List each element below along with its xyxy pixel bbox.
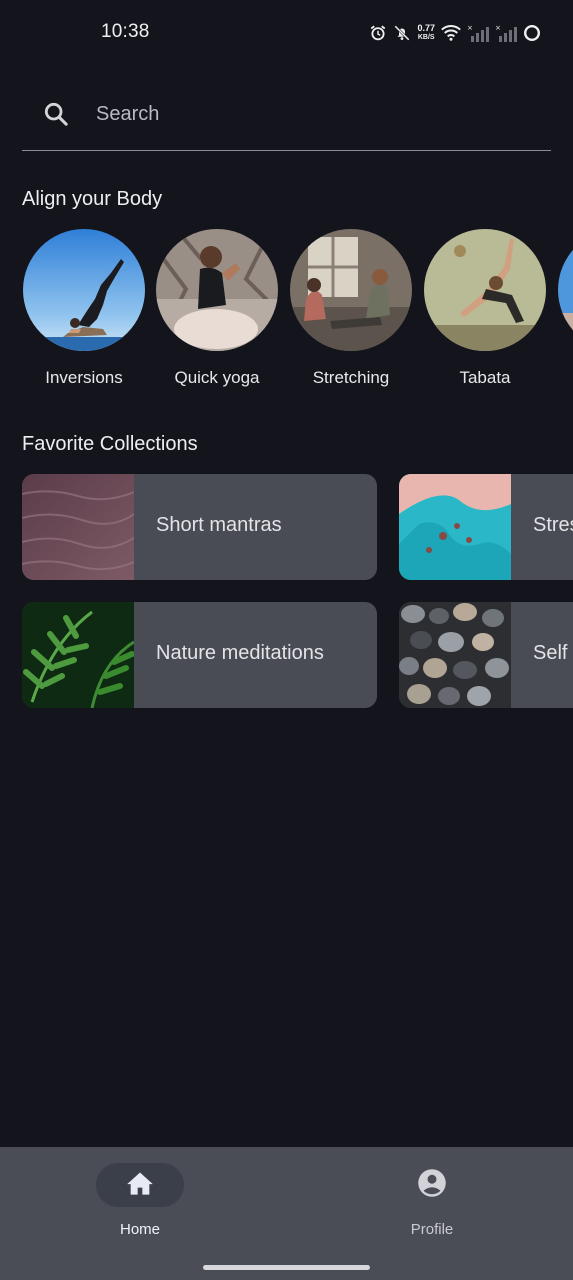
align-item-inversions[interactable]: Inversions bbox=[22, 229, 146, 388]
nav-home-pill[interactable] bbox=[96, 1163, 184, 1207]
align-section-title: Align your Body bbox=[22, 188, 163, 210]
nav-item-home[interactable]: Home bbox=[80, 1163, 200, 1238]
short-mantras-image bbox=[22, 474, 134, 580]
align-item-label: Inversions bbox=[45, 368, 123, 387]
bottom-navigation: Home Profile bbox=[0, 1147, 573, 1280]
status-icons: 0.77 KB/S × × bbox=[369, 22, 541, 44]
collection-label: Short mantras bbox=[156, 514, 282, 536]
nav-home-label: Home bbox=[119, 1221, 160, 1238]
status-bar: 10:38 0.77 KB/S × × bbox=[0, 0, 573, 64]
gesture-handle[interactable] bbox=[203, 1265, 370, 1270]
nature-meditations-image bbox=[22, 602, 134, 708]
app-screen: 10:38 0.77 KB/S × × Search Align your Bo… bbox=[0, 0, 573, 1280]
search-icon bbox=[42, 100, 70, 133]
network-speed: 0.77 KB/S bbox=[417, 24, 435, 42]
align-item-partial[interactable] bbox=[557, 229, 573, 351]
collection-self-massage[interactable]: Self massage bbox=[399, 602, 573, 708]
network-speed-value: 0.77 bbox=[417, 23, 435, 33]
align-item-label: Tabata bbox=[459, 368, 511, 387]
collection-label: Nature meditations bbox=[156, 642, 324, 664]
alarm-icon bbox=[369, 24, 387, 42]
network-speed-unit: KB/S bbox=[417, 34, 435, 41]
wifi-icon bbox=[441, 24, 461, 42]
align-item-stretching[interactable]: Stretching bbox=[289, 229, 413, 388]
inversions-image bbox=[23, 229, 145, 351]
signal-icon: × bbox=[467, 24, 489, 42]
status-time: 10:38 bbox=[101, 21, 150, 42]
home-icon bbox=[126, 1170, 154, 1201]
quick-yoga-image bbox=[156, 229, 278, 351]
align-body-row[interactable]: Inversions Quick yoga Stretching Tabata bbox=[22, 229, 573, 399]
collections-section-title: Favorite Collections bbox=[22, 433, 198, 455]
collection-nature-meditations[interactable]: Nature meditations bbox=[22, 602, 377, 708]
collection-label: Self massage bbox=[533, 642, 573, 664]
svg-text:×: × bbox=[495, 24, 501, 32]
align-item-quick-yoga[interactable]: Quick yoga bbox=[155, 229, 279, 388]
bell-off-icon bbox=[393, 24, 411, 42]
align-item-label: Stretching bbox=[312, 368, 390, 387]
search-input[interactable] bbox=[94, 98, 538, 130]
search-bar[interactable] bbox=[22, 80, 551, 151]
collection-stress-anxiety[interactable]: Stress and anxiety bbox=[399, 474, 573, 580]
stress-anxiety-image bbox=[399, 474, 511, 580]
align-item-tabata[interactable]: Tabata bbox=[423, 229, 547, 388]
signal-icon: × bbox=[495, 24, 517, 42]
tabata-image bbox=[424, 229, 546, 351]
svg-text:×: × bbox=[467, 24, 473, 32]
stretching-image bbox=[290, 229, 412, 351]
align-item-label: Quick yoga bbox=[174, 368, 260, 387]
self-massage-image bbox=[399, 602, 511, 708]
partial-item-image bbox=[558, 229, 573, 351]
circle-icon bbox=[523, 24, 541, 42]
collection-short-mantras[interactable]: Short mantras bbox=[22, 474, 377, 580]
nav-item-profile[interactable]: Profile bbox=[372, 1163, 492, 1238]
nav-profile-label: Profile bbox=[410, 1221, 454, 1238]
nav-profile-pill[interactable] bbox=[388, 1163, 476, 1207]
account-circle-icon bbox=[417, 1168, 447, 1203]
collection-label: Stress and anxiety bbox=[533, 514, 573, 536]
